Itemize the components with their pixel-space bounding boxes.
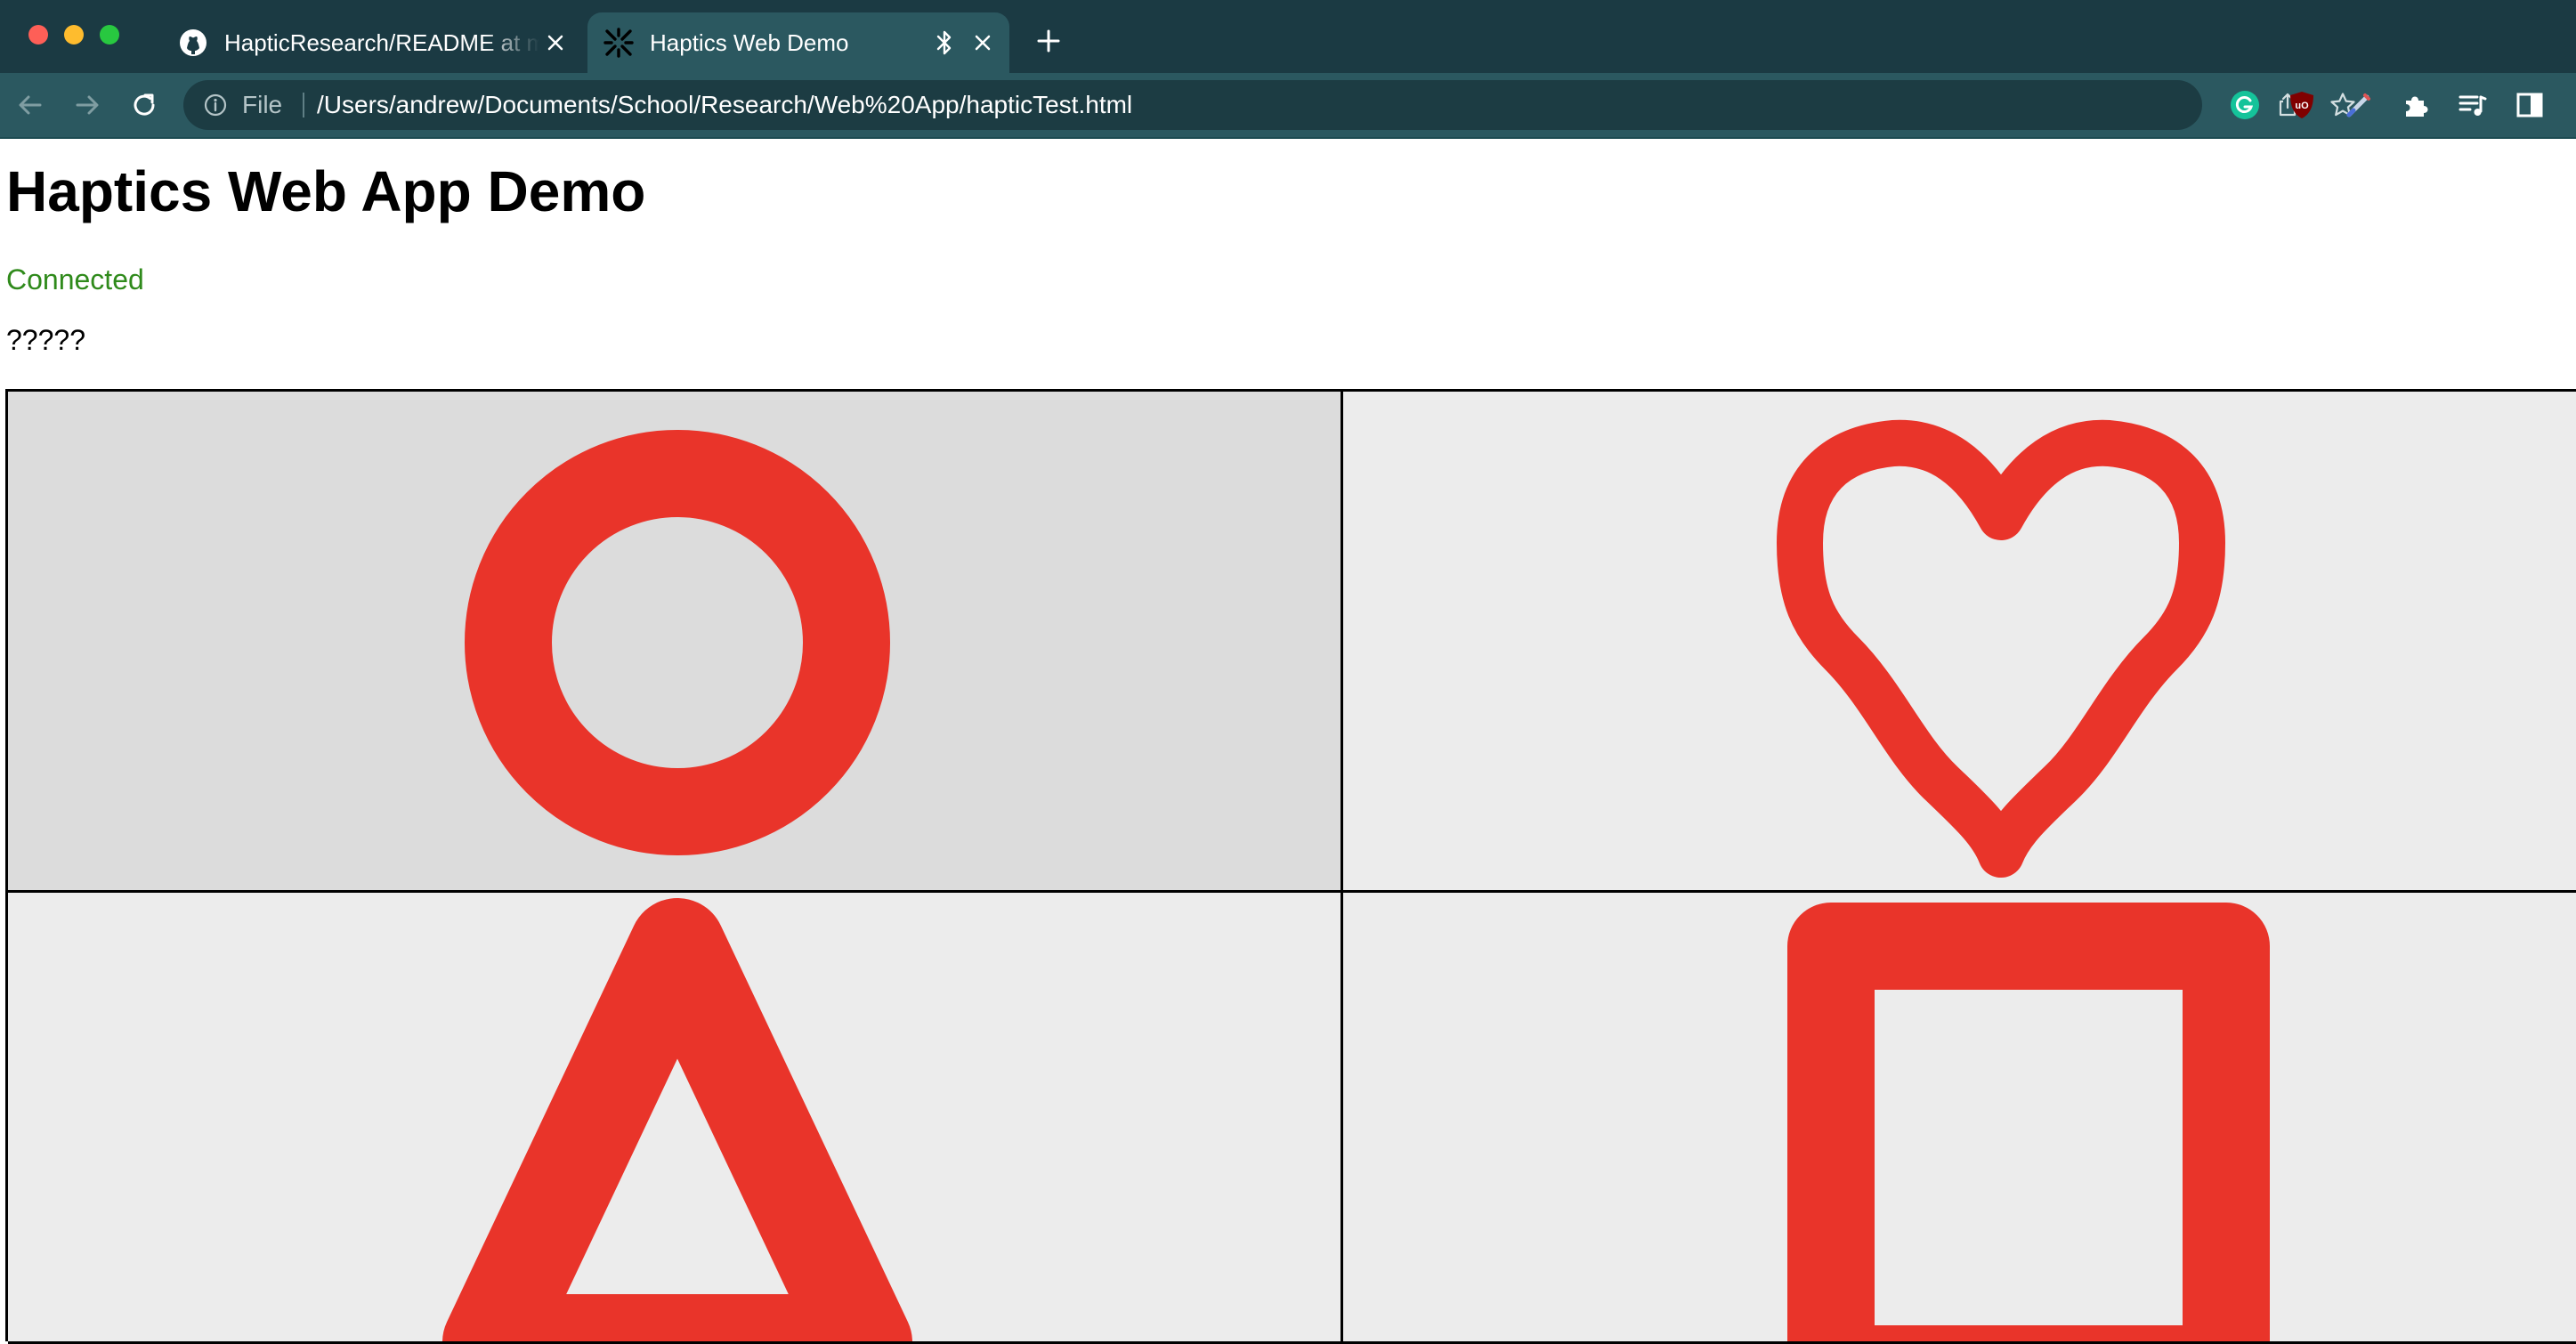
page-title: Haptics Web App Demo: [6, 159, 646, 223]
close-tab-icon[interactable]: [539, 27, 571, 59]
zoom-window-button[interactable]: [100, 25, 119, 45]
page-content: Haptics Web App Demo Connected ?????: [0, 139, 2576, 1344]
tab-strip: HapticResearch/README at main Haptics We…: [0, 0, 2576, 73]
close-window-button[interactable]: [28, 25, 48, 45]
puzzle-icon[interactable]: [2400, 89, 2432, 121]
scheme-label: File: [242, 91, 283, 118]
github-icon: [176, 26, 210, 60]
info-icon[interactable]: [203, 93, 228, 117]
square-cell[interactable]: [1343, 893, 2576, 1344]
square-shape: [1787, 903, 2270, 1341]
circle-shape: [465, 430, 890, 855]
heart-shape: [1777, 419, 2225, 878]
side-panel-icon[interactable]: [2514, 89, 2546, 121]
output-text: ?????: [6, 324, 85, 356]
forward-button[interactable]: [68, 85, 107, 125]
svg-text:uO: uO: [2295, 101, 2309, 111]
tab-title: Haptics Web Demo: [650, 28, 849, 56]
triangle-shape: [442, 898, 912, 1341]
url-text[interactable]: /Users/andrew/Documents/School/Research/…: [317, 80, 1132, 130]
reload-button[interactable]: [125, 85, 164, 125]
playlist-icon[interactable]: [2457, 89, 2489, 121]
triangle-cell[interactable]: [8, 893, 1343, 1344]
pen-icon[interactable]: [2343, 89, 2375, 121]
shape-grid: [5, 389, 2576, 1344]
address-bar[interactable]: File /Users/andrew/Documents/School/Rese…: [183, 80, 2355, 130]
circle-cell[interactable]: [8, 392, 1343, 893]
grammarly-icon[interactable]: [2229, 89, 2261, 121]
ublock-icon[interactable]: uO: [2286, 89, 2318, 121]
minimize-window-button[interactable]: [64, 25, 84, 45]
new-tab-button[interactable]: [1033, 25, 1065, 57]
bluetooth-icon: [931, 27, 958, 59]
app-favicon-icon: [602, 26, 636, 60]
heart-cell[interactable]: [1343, 392, 2576, 893]
tab-haptics-demo[interactable]: Haptics Web Demo: [587, 12, 1009, 73]
tab-title: HapticResearch/README at main: [224, 28, 539, 56]
tab-readme[interactable]: HapticResearch/README at main: [164, 12, 582, 73]
connection-status: Connected: [6, 263, 144, 296]
browser-toolbar: File /Users/andrew/Documents/School/Rese…: [0, 73, 2576, 139]
omnibox-divider: [303, 93, 304, 117]
back-button[interactable]: [11, 85, 50, 125]
close-tab-icon[interactable]: [967, 27, 999, 59]
